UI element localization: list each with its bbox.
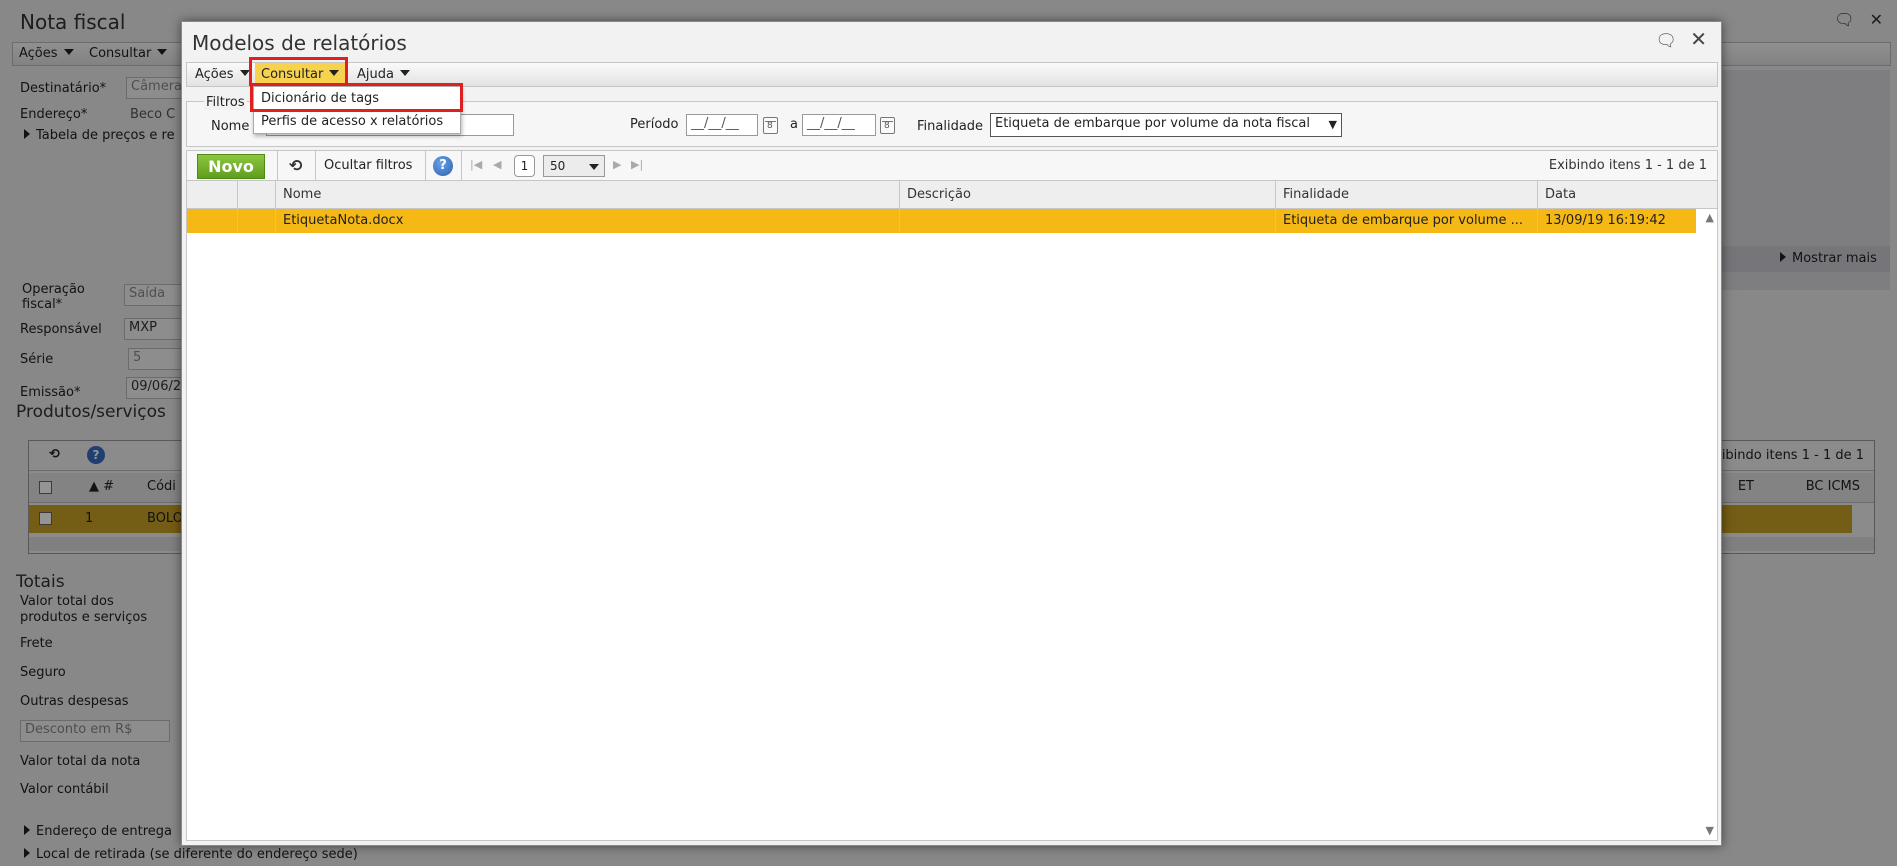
toolbar-divider — [315, 151, 316, 180]
page-size-select[interactable]: 50 — [543, 155, 605, 177]
toolbar-divider — [461, 151, 462, 180]
page-number-input[interactable]: 1 — [514, 155, 535, 177]
chevron-down-icon: ▼ — [1328, 118, 1337, 131]
col-descricao[interactable]: Descrição — [899, 181, 1275, 208]
help-icon[interactable]: ? — [433, 156, 453, 176]
row-finalidade: Etiqueta de embarque por volume ... — [1275, 209, 1537, 233]
first-page-icon[interactable]: |◀ — [470, 158, 482, 171]
report-models-grid: Novo ⟲ Ocultar filtros ? |◀ ◀ 1 50 ▶ ▶| … — [186, 150, 1718, 841]
finalidade-selected-value: Etiqueta de embarque por volume da nota … — [995, 116, 1311, 131]
novo-button[interactable]: Novo — [197, 154, 265, 179]
paging-info: Exibindo itens 1 - 1 de 1 — [1548, 158, 1707, 173]
menu-acoes[interactable]: Ações — [189, 63, 256, 86]
col-select — [187, 181, 237, 208]
row-nome: EtiquetaNota.docx — [275, 209, 899, 233]
consultar-highlight-box — [249, 57, 348, 86]
periodo-separator: a — [790, 117, 798, 132]
periodo-to-input[interactable]: __/__/__ — [802, 114, 876, 136]
row-status-cell — [237, 209, 275, 233]
periodo-from-input[interactable]: __/__/__ — [686, 114, 758, 136]
next-page-icon[interactable]: ▶ — [613, 158, 621, 171]
refresh-icon[interactable]: ⟲ — [289, 156, 302, 175]
prev-page-icon[interactable]: ◀ — [493, 158, 501, 171]
scroll-up-icon[interactable]: ▲ — [1706, 211, 1714, 224]
col-nome[interactable]: Nome — [275, 181, 899, 208]
toolbar-divider — [425, 151, 426, 180]
row-descricao — [899, 209, 1275, 233]
filters-legend: Filtros — [204, 95, 247, 110]
report-models-dialog: Modelos de relatórios 🗨 ✕ Ações Consulta… — [181, 21, 1722, 846]
col-status — [237, 181, 275, 208]
ocultar-filtros-button[interactable]: Ocultar filtros — [324, 158, 412, 173]
grid-header: Nome Descrição Finalidade Data — [187, 181, 1717, 209]
row-data: 13/09/19 16:19:42 — [1537, 209, 1696, 233]
chat-bubble-icon[interactable]: 🗨 — [1655, 31, 1677, 51]
nome-label: Nome — [211, 119, 250, 134]
scroll-down-icon[interactable]: ▼ — [1706, 824, 1714, 837]
close-icon[interactable]: ✕ — [1690, 27, 1707, 51]
finalidade-select[interactable]: Etiqueta de embarque por volume da nota … — [990, 113, 1342, 137]
finalidade-label: Finalidade — [917, 119, 984, 134]
dialog-title: Modelos de relatórios — [192, 31, 407, 55]
table-row[interactable]: EtiquetaNota.docx Etiqueta de embarque p… — [187, 209, 1696, 233]
menu-item-perfis-acesso[interactable]: Perfis de acesso x relatórios — [261, 114, 443, 129]
col-data[interactable]: Data — [1537, 181, 1701, 208]
periodo-label: Período — [630, 117, 679, 132]
last-page-icon[interactable]: ▶| — [631, 158, 643, 171]
calendar-icon[interactable] — [763, 117, 778, 134]
dicionario-highlight-box — [250, 83, 463, 112]
toolbar-divider — [277, 151, 278, 180]
row-select-cell[interactable] — [187, 209, 237, 233]
calendar-icon[interactable] — [880, 117, 895, 134]
col-finalidade[interactable]: Finalidade — [1275, 181, 1537, 208]
grid-toolbar: Novo ⟲ Ocultar filtros ? |◀ ◀ 1 50 ▶ ▶| … — [187, 151, 1717, 181]
